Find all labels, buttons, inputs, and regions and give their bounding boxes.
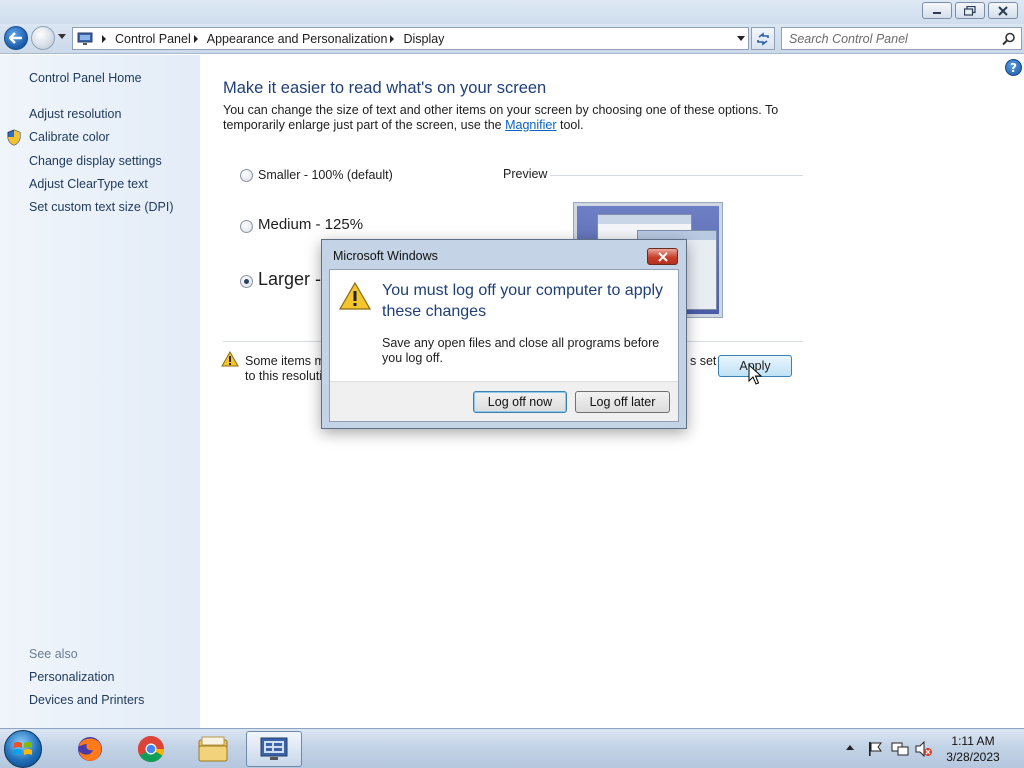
change-display-settings-link[interactable]: Change display settings <box>29 154 162 168</box>
intro-text: You can change the size of text and othe… <box>223 103 783 133</box>
dialog-message: Save any open files and close all progra… <box>382 336 660 365</box>
restore-icon <box>964 5 976 16</box>
adjust-resolution-link[interactable]: Adjust resolution <box>29 107 121 121</box>
radio-smaller[interactable] <box>240 168 253 182</box>
window-titlebar <box>0 0 1024 24</box>
dialog-heading: You must log off your computer to apply … <box>382 282 664 320</box>
custom-text-size-link[interactable]: Set custom text size (DPI) <box>29 200 173 214</box>
address-history-dropdown[interactable] <box>737 36 745 41</box>
volume-muted-icon[interactable] <box>915 741 933 757</box>
breadcrumb[interactable]: Control Panel Appearance and Personaliza… <box>72 27 749 50</box>
breadcrumb-display[interactable]: Display <box>403 32 444 46</box>
personalization-link[interactable]: Personalization <box>29 670 114 684</box>
taskbar-firefox[interactable] <box>62 731 118 767</box>
dialog-footer: Log off now Log off later <box>330 381 678 421</box>
tasks-pane: Control Panel Home Adjust resolution Cal… <box>0 55 200 728</box>
network-icon[interactable] <box>891 741 909 757</box>
search-box[interactable] <box>781 27 1022 50</box>
windows-logo-icon <box>14 742 32 755</box>
close-icon <box>657 251 668 262</box>
breadcrumb-separator <box>193 34 198 43</box>
search-input[interactable] <box>789 29 999 49</box>
chrome-icon <box>137 735 165 763</box>
action-center-flag-icon[interactable] <box>867 741 883 757</box>
warning-text-tail: s set <box>690 354 717 368</box>
taskbar-chrome[interactable] <box>123 731 179 767</box>
address-bar: Control Panel Appearance and Personaliza… <box>0 24 1024 54</box>
magnifier-link[interactable]: Magnifier <box>505 118 556 132</box>
option-larger-label: Larger - <box>258 269 322 289</box>
logoff-dialog: Microsoft Windows You must log off your … <box>321 239 687 429</box>
shield-icon <box>7 129 21 146</box>
start-button[interactable] <box>4 730 42 768</box>
breadcrumb-appearance[interactable]: Appearance and Personalization <box>207 32 388 46</box>
control-panel-home-link[interactable]: Control Panel Home <box>29 71 142 85</box>
page-title: Make it easier to read what's on your sc… <box>223 79 547 97</box>
warning-icon <box>221 351 239 367</box>
back-button[interactable] <box>4 26 28 50</box>
close-window-button[interactable] <box>988 2 1018 19</box>
firefox-icon <box>78 737 102 761</box>
clock-date: 3/28/2023 <box>946 750 1000 764</box>
option-medium[interactable]: Medium - 125% <box>240 216 363 233</box>
radio-larger[interactable] <box>240 274 253 288</box>
refresh-button[interactable] <box>751 27 775 50</box>
option-smaller-label: Smaller - 100% (default) <box>258 168 393 182</box>
log-off-later-button[interactable]: Log off later <box>575 391 670 413</box>
restore-button[interactable] <box>955 2 985 19</box>
refresh-icon <box>757 31 769 46</box>
minimize-button[interactable] <box>922 2 952 19</box>
forward-button[interactable] <box>31 26 55 50</box>
warning-icon <box>339 281 371 310</box>
breadcrumb-control-panel[interactable]: Control Panel <box>115 32 191 46</box>
option-smaller[interactable]: Smaller - 100% (default) <box>240 168 393 182</box>
dialog-title: Microsoft Windows <box>333 249 438 263</box>
taskbar: 1:11 AM 3/28/2023 <box>0 728 1024 768</box>
explorer-icon <box>198 736 228 762</box>
preview-divider <box>550 175 803 176</box>
see-also-heading: See also <box>29 647 78 661</box>
control-panel-icon <box>77 32 93 45</box>
radio-medium[interactable] <box>240 219 253 233</box>
dialog-body: You must log off your computer to apply … <box>329 269 679 422</box>
calibrate-color-link[interactable]: Calibrate color <box>29 130 110 144</box>
breadcrumb-separator <box>102 34 106 43</box>
devices-and-printers-link[interactable]: Devices and Printers <box>29 693 144 707</box>
control-panel-icon <box>260 737 288 760</box>
option-medium-label: Medium - 125% <box>258 216 364 233</box>
system-clock[interactable]: 1:11 AM 3/28/2023 <box>938 733 1008 765</box>
intro-text-part: tool. <box>556 118 584 132</box>
log-off-now-button[interactable]: Log off now <box>473 391 567 413</box>
taskbar-explorer[interactable] <box>185 731 241 767</box>
breadcrumb-separator <box>390 34 395 43</box>
clock-time: 1:11 AM <box>951 734 995 748</box>
arrow-left-icon <box>9 32 22 44</box>
taskbar-control-panel[interactable] <box>246 731 302 767</box>
option-larger[interactable]: Larger - <box>240 269 321 290</box>
help-icon[interactable]: ? <box>1005 59 1022 76</box>
mouse-cursor-icon <box>748 364 762 385</box>
show-hidden-icons-button[interactable] <box>846 745 854 750</box>
close-icon <box>998 5 1008 16</box>
recent-pages-dropdown[interactable] <box>58 34 66 39</box>
window-controls <box>922 2 1018 19</box>
adjust-cleartype-link[interactable]: Adjust ClearType text <box>29 177 148 191</box>
dialog-close-button[interactable] <box>647 248 678 265</box>
intro-text-part: You can change the size of text and othe… <box>223 103 779 132</box>
preview-label: Preview <box>503 167 548 181</box>
search-icon[interactable] <box>1002 32 1016 46</box>
minimize-icon <box>933 11 941 14</box>
